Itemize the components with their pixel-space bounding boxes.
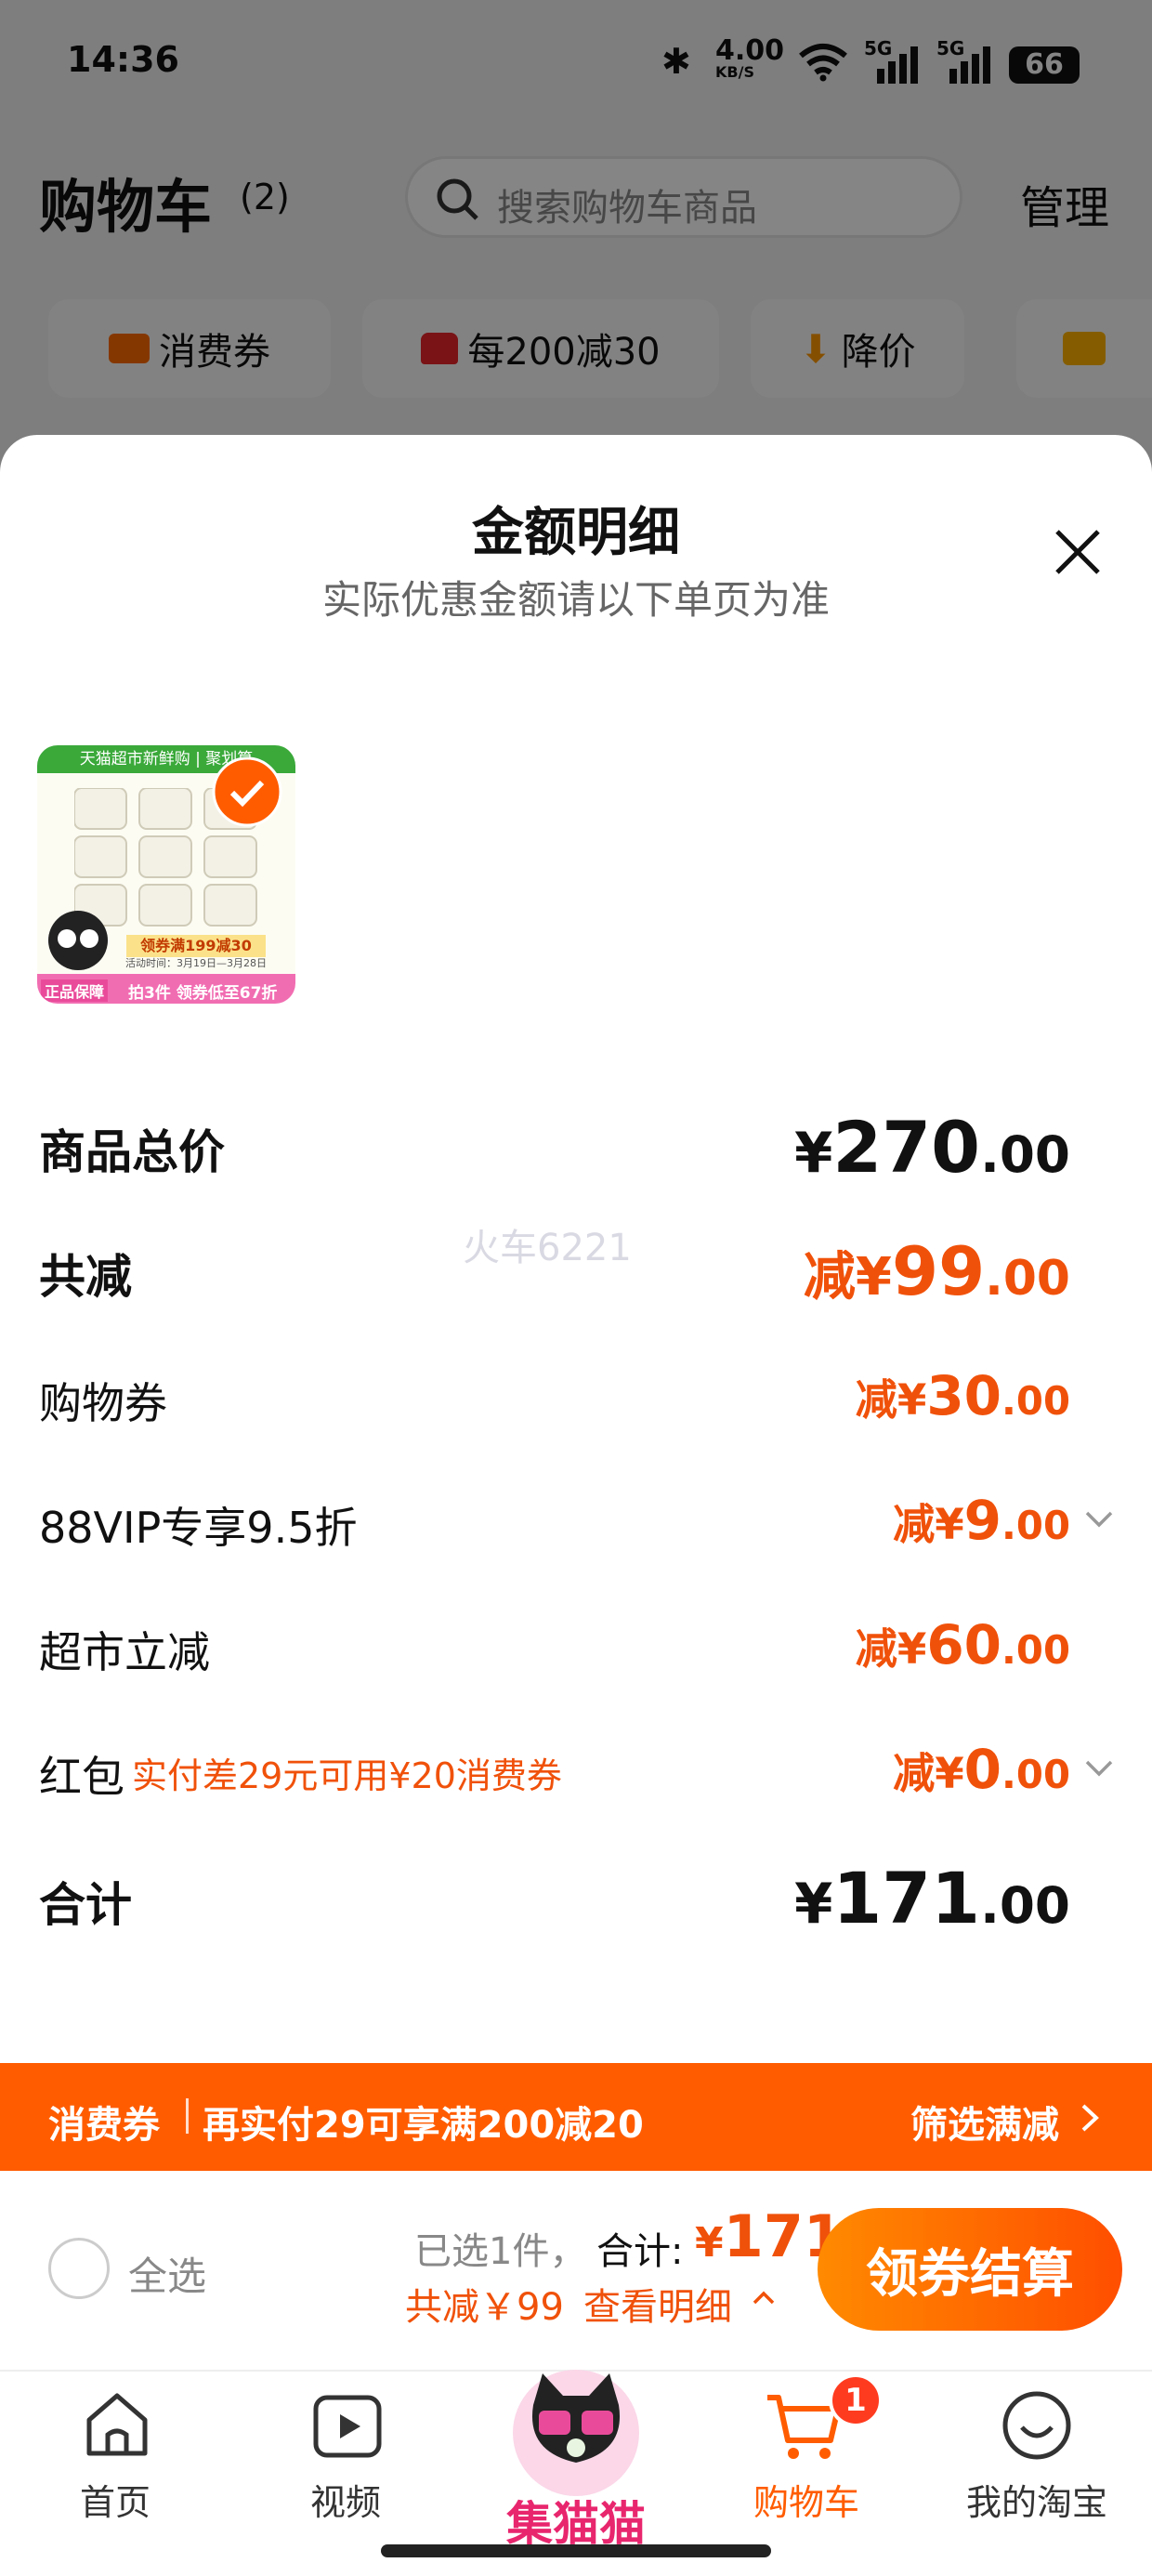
sheet-subtitle: 实际优惠金额请以下单页为准 — [321, 577, 830, 623]
amount-total-price: ¥270.00 — [794, 1106, 1070, 1189]
row-label-total-discount: 共减 — [39, 1250, 132, 1304]
row-label-vip-discount: 88VIP专享9.5折 — [39, 1503, 358, 1553]
profile-icon — [1002, 2391, 1071, 2460]
watermark: 火车6221 — [463, 1227, 632, 1269]
chevron-up-icon[interactable] — [751, 2286, 777, 2310]
chevron-down-icon[interactable] — [1083, 1753, 1115, 1784]
amount-market-discount: 减¥60.00 — [855, 1613, 1070, 1676]
coupon-promo-bar[interactable]: 消费券 再实付29可享满200减20 筛选满减 — [0, 2063, 1152, 2171]
home-icon — [86, 2393, 148, 2456]
product-offer: 拍3件 领券低至67折 — [128, 984, 278, 1003]
red-packet-note: 实付差29元可用¥20消费券 — [132, 1755, 562, 1796]
row-label-red-packet: 红包 — [39, 1752, 124, 1802]
video-icon — [313, 2395, 382, 2458]
amount-vip-discount[interactable]: 减¥9.00 — [893, 1489, 1070, 1552]
sheet-title: 金额明细 — [472, 503, 680, 563]
amount-shopping-voucher: 减¥30.00 — [855, 1364, 1070, 1427]
product-guarantee: 正品保障 — [41, 979, 109, 1002]
tab-label: 视频 — [309, 2482, 381, 2523]
view-detail-link[interactable]: 查看明细 — [583, 2277, 732, 2331]
tab-label: 购物车 — [753, 2482, 859, 2523]
checkout-saved: 共减￥99 — [405, 2286, 564, 2329]
select-all-label: 全选 — [128, 2254, 207, 2299]
tab-home[interactable]: 首页 — [22, 2379, 208, 2537]
tab-video[interactable]: 视频 — [253, 2379, 439, 2537]
row-label-total-price: 商品总价 — [39, 1125, 225, 1179]
check-icon[interactable] — [210, 755, 284, 829]
amount-grand-total: ¥171.00 — [794, 1857, 1070, 1939]
cart-badge: 1 — [829, 2373, 883, 2427]
coupon-bar-tag: 消费券 — [48, 2104, 160, 2147]
row-label-grand-total: 合计 — [39, 1878, 132, 1932]
tab-label: 我的淘宝 — [965, 2482, 1107, 2523]
tab-label: 首页 — [79, 2482, 151, 2523]
coupon-bar-divider — [186, 2098, 189, 2134]
filter-discount-link[interactable]: 筛选满减 — [910, 2095, 1059, 2149]
coupon-bar-text: 再实付29可享满200减20 — [203, 2104, 644, 2147]
promo-text: 领券满199减30 — [126, 935, 266, 957]
tmall-cat-mascot-icon — [48, 911, 108, 970]
home-indicator[interactable] — [381, 2544, 771, 2557]
selected-count: 已选1件， — [414, 2230, 587, 2273]
amount-total-discount: 减¥99.00 — [803, 1232, 1070, 1310]
tab-cart[interactable]: 1 购物车 — [713, 2373, 899, 2537]
tab-my-taobao[interactable]: 我的淘宝 — [944, 2379, 1130, 2537]
tab-tmall-cat[interactable]: 集猫猫 — [483, 2359, 669, 2554]
close-icon[interactable] — [1048, 522, 1107, 582]
checkout-total-label: 合计: — [596, 2230, 684, 2273]
chevron-down-icon[interactable] — [1083, 1504, 1115, 1535]
promo-date: 活动时间：3月19日—3月28日 — [125, 957, 267, 969]
row-label-market-discount: 超市立减 — [39, 1627, 210, 1677]
tmall-cat-icon — [513, 2370, 639, 2496]
product-thumbnail[interactable]: 天猫超市新鲜购 | 聚划算 活动时间：3月19日—3月28日 领券满199减30… — [37, 745, 295, 1004]
row-label-shopping-voucher: 购物券 — [39, 1378, 167, 1428]
claim-and-checkout-button[interactable]: 领券结算 — [818, 2208, 1122, 2331]
chevron-right-icon — [1081, 2104, 1099, 2132]
select-all-checkbox[interactable] — [48, 2238, 110, 2299]
amount-red-packet[interactable]: 减¥0.00 — [893, 1738, 1070, 1801]
